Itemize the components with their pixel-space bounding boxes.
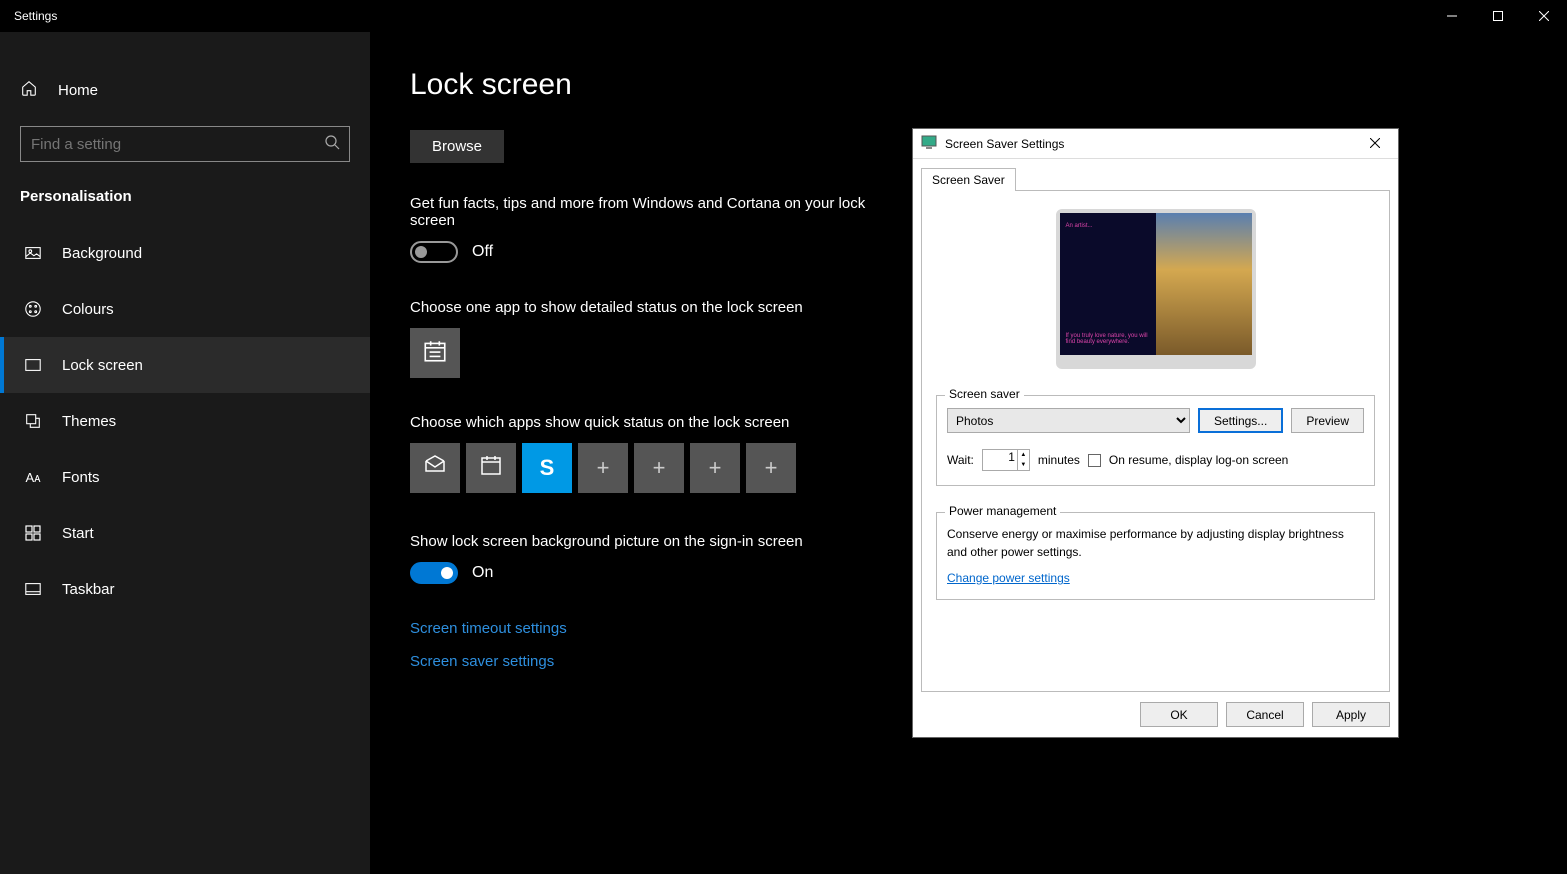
quick-status-label: Choose which apps show quick status on t… — [410, 414, 910, 431]
sidebar-item-label: Themes — [62, 413, 116, 430]
dialog-close-button[interactable] — [1360, 137, 1390, 151]
dialog-titlebar: Screen Saver Settings — [913, 129, 1398, 159]
search-wrap — [20, 126, 350, 162]
titlebar: Settings — [0, 0, 1567, 32]
quick-app-add-2[interactable]: + — [634, 443, 684, 493]
cancel-button[interactable]: Cancel — [1226, 702, 1304, 727]
fonts-icon: Aᴀ — [24, 470, 42, 485]
monitor-icon — [921, 134, 937, 153]
plus-icon: + — [597, 455, 610, 481]
power-text: Conserve energy or maximise performance … — [947, 525, 1364, 561]
minutes-label: minutes — [1038, 453, 1080, 467]
picture-icon — [24, 244, 42, 262]
wait-label: Wait: — [947, 453, 974, 467]
dialog-title: Screen Saver Settings — [945, 137, 1064, 151]
sidebar-item-colours[interactable]: Colours — [0, 281, 370, 337]
taskbar-icon — [24, 580, 42, 598]
home-label: Home — [58, 82, 98, 99]
plus-icon: + — [709, 455, 722, 481]
tab-screen-saver[interactable]: Screen Saver — [921, 168, 1016, 191]
screensaver-group: Screen saver Photos Settings... Preview … — [936, 395, 1375, 486]
signin-bg-state: On — [472, 564, 493, 582]
sidebar-item-themes[interactable]: Themes — [0, 393, 370, 449]
quick-app-add-3[interactable]: + — [690, 443, 740, 493]
power-group: Power management Conserve energy or maxi… — [936, 512, 1375, 600]
sidebar-item-label: Start — [62, 525, 94, 542]
detailed-status-app[interactable] — [410, 328, 460, 378]
calendar-icon — [479, 453, 503, 483]
signin-bg-toggle[interactable] — [410, 562, 458, 584]
spinner-down[interactable]: ▼ — [1017, 460, 1029, 470]
start-icon — [24, 525, 42, 541]
screensaver-preview: An artist...If you truly love nature, yo… — [1056, 209, 1256, 369]
funfacts-toggle[interactable] — [410, 241, 458, 263]
detailed-status-label: Choose one app to show detailed status o… — [410, 299, 910, 316]
sidebar: Home Personalisation Background Colours … — [0, 32, 370, 874]
funfacts-label: Get fun facts, tips and more from Window… — [410, 195, 910, 229]
close-button[interactable] — [1521, 0, 1567, 32]
skype-icon: S — [540, 455, 555, 481]
category-header: Personalisation — [0, 188, 370, 225]
ok-button[interactable]: OK — [1140, 702, 1218, 727]
wait-spinner[interactable]: 1 ▲▼ — [982, 449, 1030, 471]
apply-button[interactable]: Apply — [1312, 702, 1390, 727]
funfacts-state: Off — [472, 243, 493, 261]
quick-app-skype[interactable]: S — [522, 443, 572, 493]
search-icon — [324, 134, 340, 155]
home-icon — [20, 79, 38, 101]
sidebar-item-label: Taskbar — [62, 581, 115, 598]
lock-screen-icon — [24, 356, 42, 374]
page-heading: Lock screen — [410, 68, 1527, 102]
spinner-up[interactable]: ▲ — [1017, 450, 1029, 460]
plus-icon: + — [765, 455, 778, 481]
change-power-link[interactable]: Change power settings — [947, 571, 1070, 585]
sidebar-item-label: Background — [62, 245, 142, 262]
screensaver-settings-button[interactable]: Settings... — [1198, 408, 1283, 433]
sidebar-item-label: Lock screen — [62, 357, 143, 374]
calendar-icon — [422, 338, 448, 369]
home-nav[interactable]: Home — [0, 68, 370, 112]
window-title: Settings — [14, 9, 57, 23]
quick-app-calendar[interactable] — [466, 443, 516, 493]
maximize-button[interactable] — [1475, 0, 1521, 32]
quick-app-add-4[interactable]: + — [746, 443, 796, 493]
group-label: Power management — [945, 504, 1060, 518]
screensaver-preview-button[interactable]: Preview — [1291, 408, 1364, 433]
signin-bg-label: Show lock screen background picture on t… — [410, 533, 910, 550]
wait-value: 1 — [1008, 450, 1015, 464]
plus-icon: + — [653, 455, 666, 481]
resume-checkbox[interactable] — [1088, 454, 1101, 467]
sidebar-item-taskbar[interactable]: Taskbar — [0, 561, 370, 617]
sidebar-item-background[interactable]: Background — [0, 225, 370, 281]
quick-app-mail[interactable] — [410, 443, 460, 493]
minimize-button[interactable] — [1429, 0, 1475, 32]
group-label: Screen saver — [945, 387, 1024, 401]
browse-button[interactable]: Browse — [410, 130, 504, 163]
mail-icon — [423, 453, 447, 483]
search-input[interactable] — [20, 126, 350, 162]
resume-label: On resume, display log-on screen — [1109, 453, 1288, 467]
themes-icon — [24, 412, 42, 430]
sidebar-item-label: Colours — [62, 301, 114, 318]
quick-app-add-1[interactable]: + — [578, 443, 628, 493]
sidebar-item-label: Fonts — [62, 469, 100, 486]
palette-icon — [24, 300, 42, 318]
sidebar-item-lock-screen[interactable]: Lock screen — [0, 337, 370, 393]
sidebar-item-start[interactable]: Start — [0, 505, 370, 561]
screen-saver-dialog: Screen Saver Settings Screen Saver An ar… — [912, 128, 1399, 738]
sidebar-item-fonts[interactable]: Aᴀ Fonts — [0, 449, 370, 505]
screensaver-dropdown[interactable]: Photos — [947, 408, 1190, 433]
